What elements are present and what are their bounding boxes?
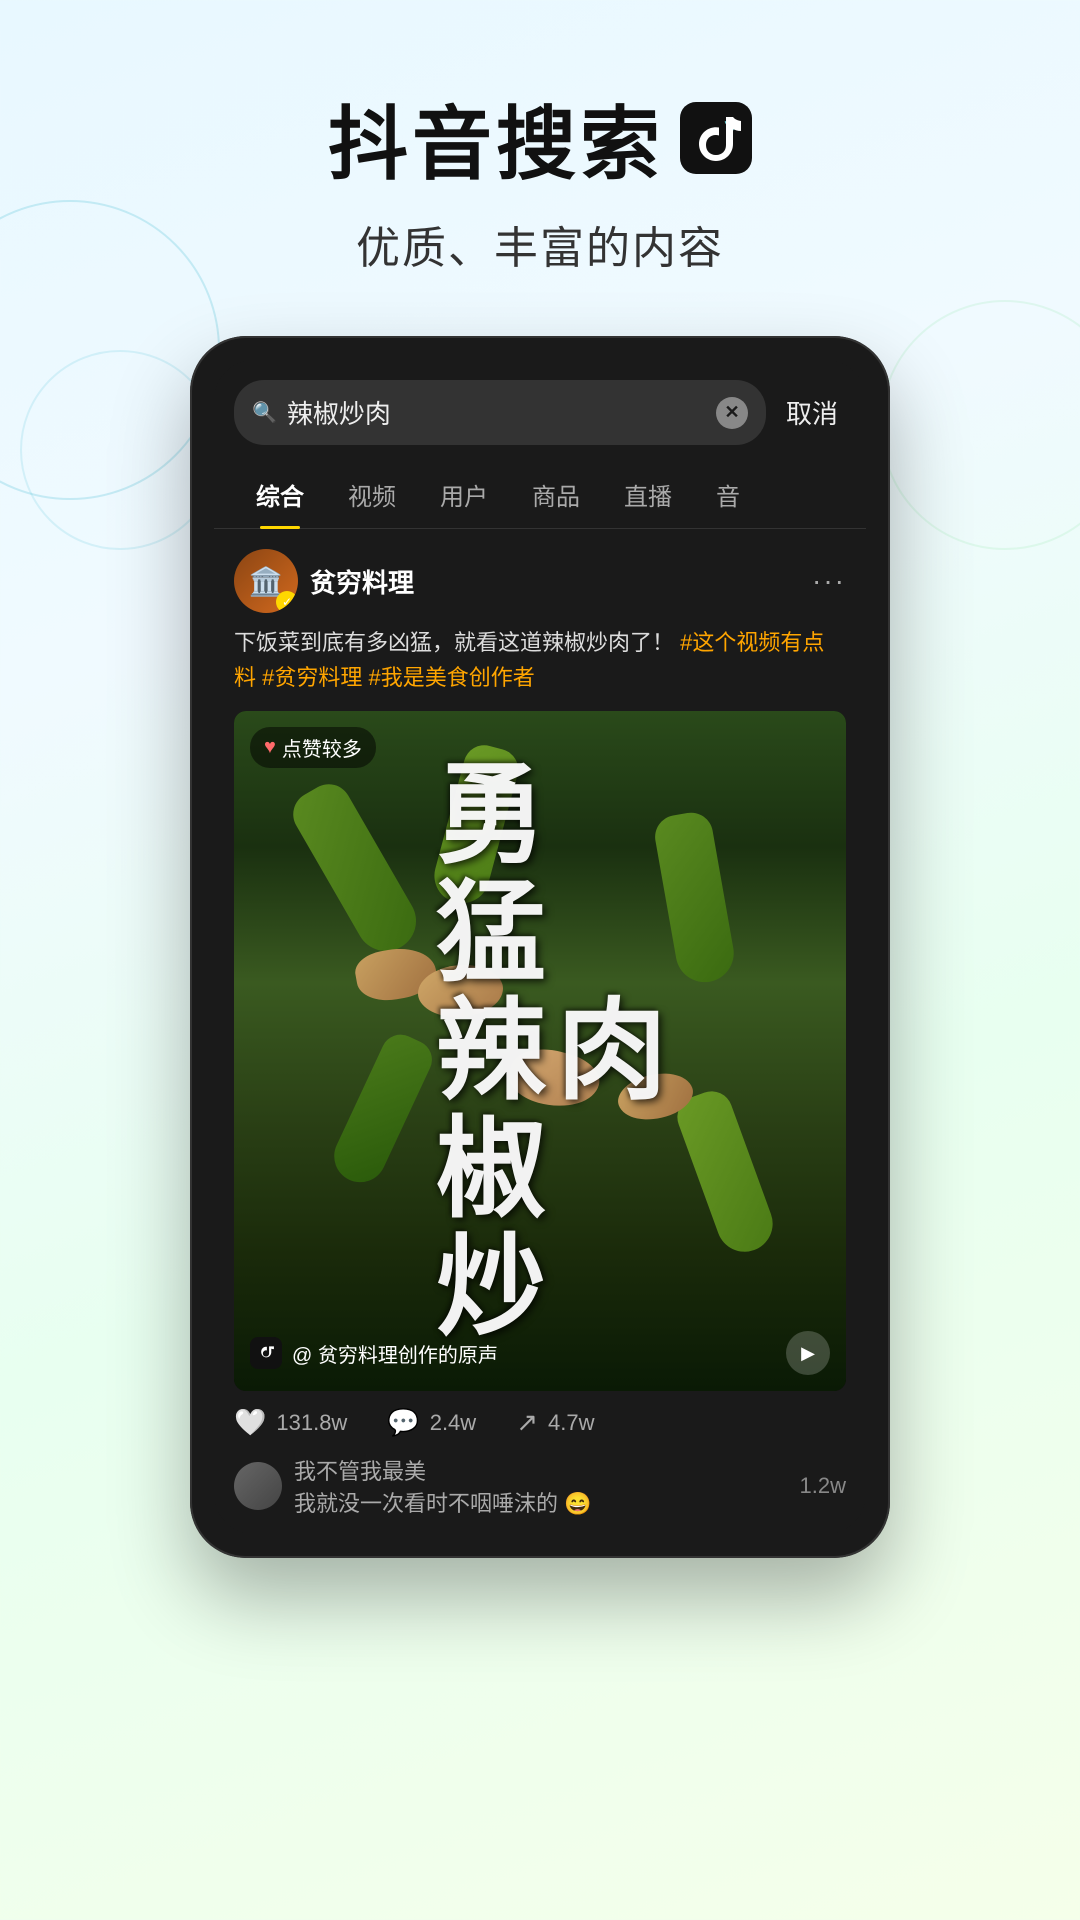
tab-用户[interactable]: 用户 [418,461,510,528]
video-thumbnail[interactable]: 勇猛辣椒炒肉 ♥ 点赞较多 @ 贫穷料理创作的原声 [234,711,846,1391]
post-stats: 🤍 131.8w 💬 2.4w ↗ 4.7w [234,1391,846,1454]
comment-text: 我就没一次看时不咽唾沫的 😄 [294,1486,592,1518]
commenter-avatar [234,1462,282,1510]
tab-商品[interactable]: 商品 [510,461,602,528]
stat-shares: ↗ 4.7w [516,1407,594,1438]
like-icon: 🤍 [234,1407,266,1438]
comment-preview: 我不管我最美 我就没一次看时不咽唾沫的 😄 1.2w [234,1454,846,1534]
tiktok-small-icon [250,1337,282,1369]
title-text: 抖音搜索 [328,80,664,196]
more-options-icon[interactable]: ··· [812,565,846,597]
comments-count: 2.4w [430,1410,476,1436]
search-icon: 🔍 [252,400,277,425]
search-bar-area: 🔍 辣椒炒肉 ✕ 取消 [214,360,866,445]
app-title: 抖音搜索 [328,80,752,196]
username: 贫穷料理 [310,563,414,600]
stat-comments: 💬 2.4w [387,1407,476,1438]
comment-icon: 💬 [387,1407,419,1438]
clear-search-button[interactable]: ✕ [716,397,748,429]
verified-badge: ✓ [276,591,298,613]
tab-视频[interactable]: 视频 [326,461,418,528]
video-overlay: 勇猛辣椒炒肉 [234,711,846,1391]
cancel-search-button[interactable]: 取消 [778,394,846,431]
tab-音[interactable]: 音 [694,461,762,528]
commenter-name: 我不管我最美 [294,1454,592,1486]
search-query: 辣椒炒肉 [287,394,706,431]
audio-text: @ 贫穷料理创作的原声 [292,1339,776,1368]
phone-frame: 🔍 辣椒炒肉 ✕ 取消 综合 视频 用户 商品 [190,336,890,1558]
tab-综合[interactable]: 综合 [234,461,326,528]
phone-screen: 🔍 辣椒炒肉 ✕ 取消 综合 视频 用户 商品 [214,360,866,1534]
post-text-normal: 下饭菜到底有多凶猛，就看这道辣椒炒肉了！ [234,630,674,655]
share-icon: ↗ [516,1407,538,1438]
shares-count: 4.7w [548,1410,594,1436]
search-tabs: 综合 视频 用户 商品 直播 音 [214,461,866,529]
post-container: 🏛️ ✓ 贫穷料理 ··· 下饭菜到底有多凶猛，就看这道辣椒炒肉了！ #这个视频… [214,529,866,1534]
search-input-wrapper[interactable]: 🔍 辣椒炒肉 ✕ [234,380,766,445]
audio-bar[interactable]: @ 贫穷料理创作的原声 ▶ [250,1331,830,1375]
phone-mockup: 🔍 辣椒炒肉 ✕ 取消 综合 视频 用户 商品 [190,336,890,1558]
likes-badge-text: 点赞较多 [282,733,362,762]
video-background: 勇猛辣椒炒肉 [234,711,846,1391]
heart-icon: ♥ [264,736,276,759]
header: 抖音搜索 优质、丰富的内容 [328,80,752,276]
post-description: 下饭菜到底有多凶猛，就看这道辣椒炒肉了！ #这个视频有点料 #贫穷料理 #我是美… [234,625,846,695]
tiktok-logo-icon [680,102,752,174]
post-user-info: 🏛️ ✓ 贫穷料理 [234,549,414,613]
comment-content: 我不管我最美 我就没一次看时不咽唾沫的 😄 [294,1454,592,1518]
likes-count: 131.8w [276,1410,347,1436]
video-title-text: 勇猛辣椒炒肉 [419,711,661,1391]
tab-直播[interactable]: 直播 [602,461,694,528]
play-button[interactable]: ▶ [786,1331,830,1375]
stat-likes: 🤍 131.8w [234,1407,347,1438]
likes-badge: ♥ 点赞较多 [250,727,376,768]
bg-decoration-3 [880,300,1080,550]
avatar: 🏛️ ✓ [234,549,298,613]
post-header: 🏛️ ✓ 贫穷料理 ··· [234,549,846,613]
subtitle: 优质、丰富的内容 [328,212,752,276]
comment-count: 1.2w [800,1473,846,1499]
